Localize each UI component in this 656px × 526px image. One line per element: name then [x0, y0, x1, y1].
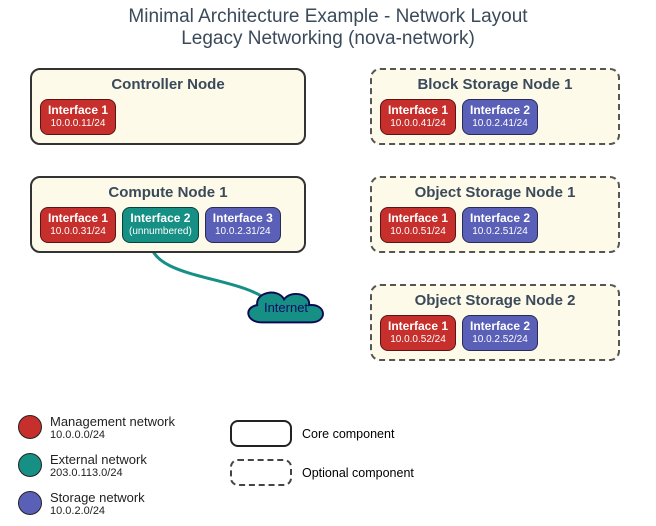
legend-row-mgmt: Management network 10.0.0.0/24 [18, 412, 175, 442]
interface-badge: Interface 1 10.0.0.31/24 [40, 207, 116, 243]
interface-badge: Interface 1 10.0.0.11/24 [40, 99, 116, 135]
interface-badge: Interface 2 10.0.2.51/24 [462, 207, 538, 243]
node-compute1: Compute Node 1 Interface 1 10.0.0.31/24 … [30, 176, 306, 253]
node-title: Compute Node 1 [40, 184, 296, 201]
interface-badge: Interface 3 10.0.2.31/24 [205, 207, 281, 243]
interface-badge: Interface 2 (unnumbered) [122, 207, 199, 243]
interface-addr: (unnumbered) [129, 226, 192, 238]
interface-badge: Interface 2 10.0.2.52/24 [462, 315, 538, 351]
internet-cloud: Internet [238, 284, 334, 330]
legend-networks: Management network 10.0.0.0/24 External … [18, 412, 175, 526]
interface-name: Interface 1 [387, 212, 449, 226]
legend-addr: 203.0.113.0/24 [50, 467, 147, 479]
legend-optional-row: Optional component [230, 459, 414, 486]
legend-name: External network [50, 452, 147, 467]
legend-addr: 10.0.2.0/24 [50, 505, 145, 517]
interface-addr: 10.0.0.51/24 [387, 226, 449, 238]
interface-badge: Interface 2 10.0.2.41/24 [462, 99, 538, 135]
node-title: Block Storage Node 1 [380, 76, 610, 93]
interface-addr: 10.0.0.52/24 [387, 334, 449, 346]
interface-addr: 10.0.0.41/24 [387, 118, 449, 130]
legend-addr: 10.0.0.0/24 [50, 429, 175, 441]
internet-label: Internet [264, 300, 308, 315]
interface-name: Interface 2 [469, 212, 531, 226]
interface-name: Interface 1 [387, 320, 449, 334]
diagram-title-line1: Minimal Architecture Example - Network L… [0, 0, 656, 28]
node-title: Object Storage Node 2 [380, 292, 610, 309]
node-title: Object Storage Node 1 [380, 184, 610, 201]
interface-name: Interface 3 [212, 212, 274, 226]
interface-name: Interface 2 [469, 104, 531, 118]
interface-addr: 10.0.0.31/24 [47, 226, 109, 238]
legend-name: Management network [50, 414, 175, 429]
box-sample-core-icon [230, 420, 292, 447]
legend-optional-label: Optional component [302, 466, 414, 480]
legend-row-stor: Storage network 10.0.2.0/24 [18, 488, 175, 518]
node-title: Controller Node [40, 76, 296, 93]
swatch-icon [18, 415, 42, 439]
legend-core-row: Core component [230, 420, 414, 447]
interface-addr: 10.0.0.11/24 [47, 118, 109, 130]
interface-name: Interface 1 [387, 104, 449, 118]
node-block1: Block Storage Node 1 Interface 1 10.0.0.… [370, 68, 620, 145]
legend-components: Core component Optional component [230, 420, 414, 498]
interface-name: Interface 1 [47, 212, 109, 226]
node-controller: Controller Node Interface 1 10.0.0.11/24 [30, 68, 306, 145]
box-sample-optional-icon [230, 459, 292, 486]
interface-name: Interface 2 [469, 320, 531, 334]
node-object2: Object Storage Node 2 Interface 1 10.0.0… [370, 284, 620, 361]
interface-badge: Interface 1 10.0.0.41/24 [380, 99, 456, 135]
interface-addr: 10.0.2.41/24 [469, 118, 531, 130]
interface-addr: 10.0.2.31/24 [212, 226, 274, 238]
legend-name: Storage network [50, 490, 145, 505]
swatch-icon [18, 491, 42, 515]
interface-addr: 10.0.2.52/24 [469, 334, 531, 346]
legend-core-label: Core component [302, 427, 394, 441]
interface-addr: 10.0.2.51/24 [469, 226, 531, 238]
swatch-icon [18, 453, 42, 477]
diagram-title-line2: Legacy Networking (nova-network) [0, 28, 656, 50]
legend-row-ext: External network 203.0.113.0/24 [18, 450, 175, 480]
interface-name: Interface 1 [47, 104, 109, 118]
interface-badge: Interface 1 10.0.0.51/24 [380, 207, 456, 243]
interface-badge: Interface 1 10.0.0.52/24 [380, 315, 456, 351]
interface-name: Interface 2 [129, 212, 192, 226]
node-object1: Object Storage Node 1 Interface 1 10.0.0… [370, 176, 620, 253]
